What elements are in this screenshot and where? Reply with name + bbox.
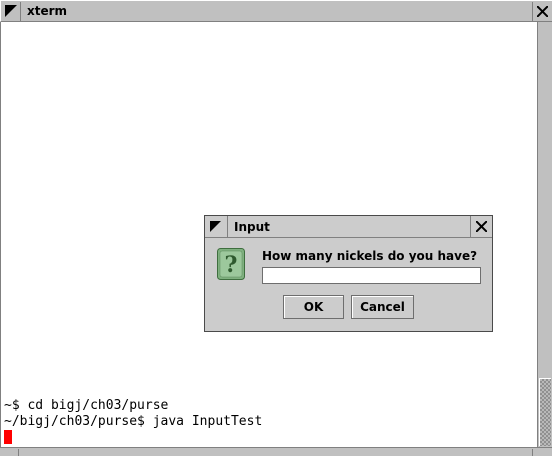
dialog-titlebar[interactable]: Input: [205, 216, 492, 238]
xterm-titlebar[interactable]: xterm: [0, 0, 552, 22]
ok-button[interactable]: OK: [283, 295, 344, 319]
scrollbar-thumb[interactable]: [539, 378, 551, 446]
svg-text:?: ?: [225, 252, 238, 278]
window-close-button[interactable]: [532, 2, 552, 21]
terminal-line: ~/bigj/ch03/purse$ java InputTest: [4, 414, 263, 429]
dialog-title: Input: [234, 220, 270, 234]
resize-grip-right[interactable]: [532, 449, 533, 456]
question-icon: ?: [217, 248, 245, 280]
cancel-button[interactable]: Cancel: [351, 295, 414, 319]
terminal-line: ~$ cd bigj/ch03/purse: [4, 398, 169, 413]
dialog-menu-button[interactable]: [205, 216, 228, 237]
dialog-close-button[interactable]: [470, 216, 492, 237]
input-dialog: Input ? How many nickels do you have? OK…: [204, 215, 493, 332]
close-icon: [537, 6, 548, 17]
window-menu-icon: [5, 5, 17, 17]
window-menu-icon: [210, 221, 221, 232]
dialog-message: How many nickels do you have?: [262, 249, 478, 263]
window-title: xterm: [27, 4, 68, 18]
window-bottom-border[interactable]: [0, 447, 552, 456]
terminal-cursor: [4, 430, 12, 444]
resize-grip-left[interactable]: [18, 449, 19, 456]
close-icon: [476, 221, 487, 232]
terminal-scrollbar[interactable]: [537, 22, 552, 447]
window-menu-button[interactable]: [2, 2, 21, 21]
nickels-input[interactable]: [262, 267, 481, 284]
